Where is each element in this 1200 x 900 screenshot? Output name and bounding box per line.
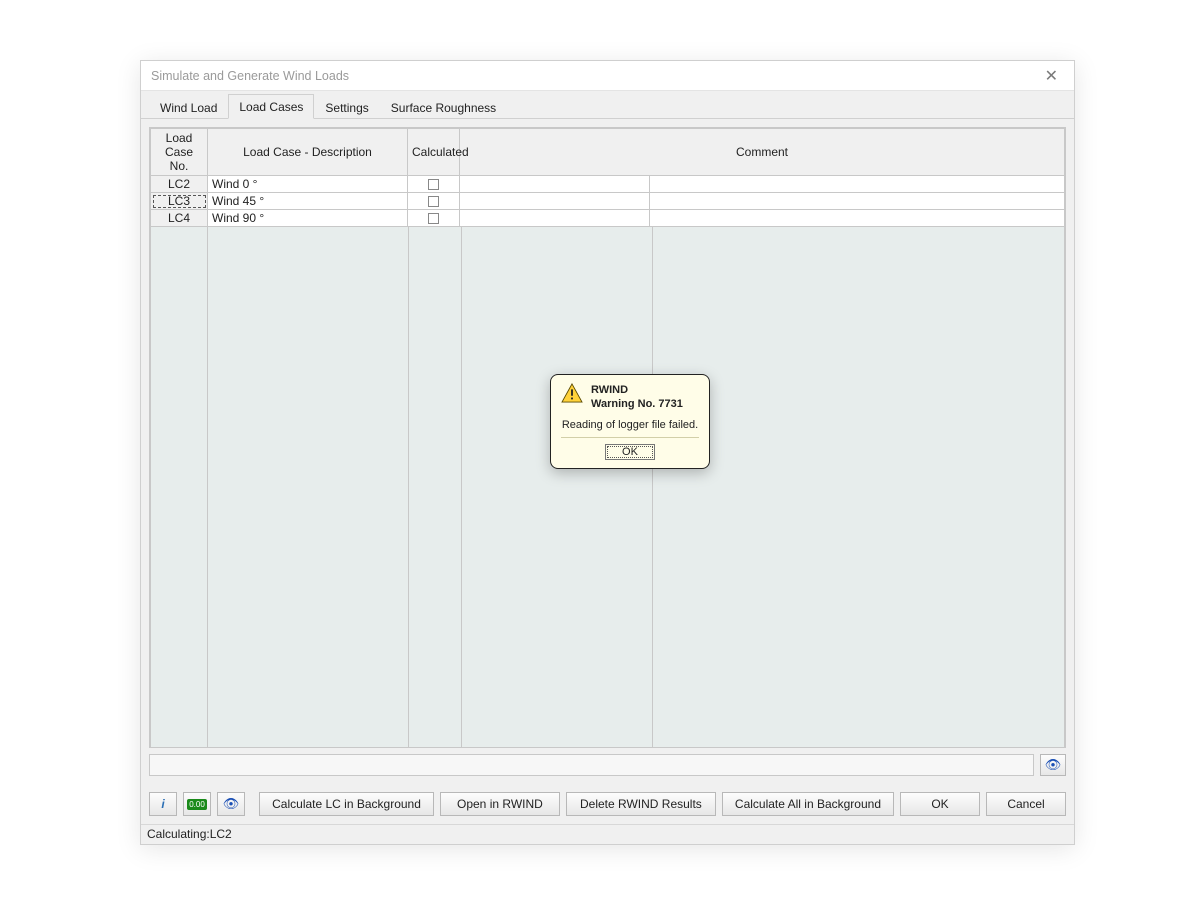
calculate-lc-bg-button[interactable]: Calculate LC in Background bbox=[259, 792, 434, 816]
open-in-rwind-button[interactable]: Open in RWIND bbox=[440, 792, 560, 816]
help-button[interactable]: i bbox=[149, 792, 177, 816]
units-button[interactable]: 0.00 bbox=[183, 792, 211, 816]
info-box bbox=[149, 754, 1034, 776]
table-row[interactable]: LC2Wind 0 ° bbox=[151, 176, 1065, 193]
row-calculated[interactable] bbox=[408, 210, 460, 227]
row-desc[interactable]: Wind 0 ° bbox=[208, 176, 408, 193]
row-no[interactable]: LC3 bbox=[151, 193, 208, 210]
row-desc[interactable]: Wind 90 ° bbox=[208, 210, 408, 227]
dialog-subtitle: Warning No. 7731 bbox=[591, 397, 683, 411]
col-header-comment[interactable]: Comment bbox=[460, 129, 1065, 176]
info-row: 👁 bbox=[149, 754, 1066, 776]
dialog-message: Reading of logger file failed. bbox=[561, 419, 699, 438]
col-header-calc[interactable]: Calculated bbox=[408, 129, 460, 176]
col-header-no[interactable]: Load Case No. bbox=[151, 129, 208, 176]
row-no[interactable]: LC4 bbox=[151, 210, 208, 227]
checkbox-icon[interactable] bbox=[428, 179, 439, 190]
tab-surface-roughness[interactable]: Surface Roughness bbox=[380, 95, 507, 119]
title-bar: Simulate and Generate Wind Loads ✕ bbox=[141, 61, 1074, 91]
tab-settings[interactable]: Settings bbox=[314, 95, 379, 119]
row-pad bbox=[650, 176, 1065, 193]
dialog-ok-button[interactable]: OK bbox=[605, 444, 655, 460]
row-desc[interactable]: Wind 45 ° bbox=[208, 193, 408, 210]
calculate-all-bg-button[interactable]: Calculate All in Background bbox=[722, 792, 894, 816]
warning-dialog: RWIND Warning No. 7731 Reading of logger… bbox=[550, 374, 710, 469]
visibility-button[interactable]: 👁 bbox=[217, 792, 245, 816]
table-row[interactable]: LC3Wind 45 ° bbox=[151, 193, 1065, 210]
checkbox-icon[interactable] bbox=[428, 196, 439, 207]
grid-empty-area bbox=[150, 227, 1065, 747]
row-comment[interactable] bbox=[460, 210, 650, 227]
eye-icon: 👁 bbox=[1045, 757, 1062, 773]
tab-wind-load[interactable]: Wind Load bbox=[149, 95, 228, 119]
delete-rwind-results-button[interactable]: Delete RWIND Results bbox=[566, 792, 716, 816]
eye-icon: 👁 bbox=[223, 796, 240, 812]
window-title: Simulate and Generate Wind Loads bbox=[151, 69, 349, 83]
row-pad bbox=[650, 210, 1065, 227]
row-calculated[interactable] bbox=[408, 193, 460, 210]
view-toggle-button[interactable]: 👁 bbox=[1040, 754, 1066, 776]
warning-icon bbox=[561, 383, 583, 403]
help-icon: i bbox=[161, 797, 164, 811]
button-row: i 0.00 👁 Calculate LC in Background Open… bbox=[141, 784, 1074, 824]
tab-bar: Wind Load Load Cases Settings Surface Ro… bbox=[141, 91, 1074, 119]
row-no[interactable]: LC2 bbox=[151, 176, 208, 193]
grid-table: Load Case No. Load Case - Description Ca… bbox=[150, 128, 1065, 227]
row-calculated[interactable] bbox=[408, 176, 460, 193]
ok-button[interactable]: OK bbox=[900, 792, 980, 816]
row-comment[interactable] bbox=[460, 193, 650, 210]
tab-load-cases[interactable]: Load Cases bbox=[228, 94, 314, 119]
status-text: Calculating:LC2 bbox=[147, 827, 232, 841]
table-row[interactable]: LC4Wind 90 ° bbox=[151, 210, 1065, 227]
row-pad bbox=[650, 193, 1065, 210]
status-bar: Calculating:LC2 bbox=[141, 824, 1074, 844]
col-header-desc[interactable]: Load Case - Description bbox=[208, 129, 408, 176]
cancel-button[interactable]: Cancel bbox=[986, 792, 1066, 816]
units-icon: 0.00 bbox=[187, 799, 207, 810]
checkbox-icon[interactable] bbox=[428, 213, 439, 224]
row-comment[interactable] bbox=[460, 176, 650, 193]
dialog-title: RWIND bbox=[591, 383, 683, 397]
close-icon[interactable]: ✕ bbox=[1039, 64, 1064, 88]
